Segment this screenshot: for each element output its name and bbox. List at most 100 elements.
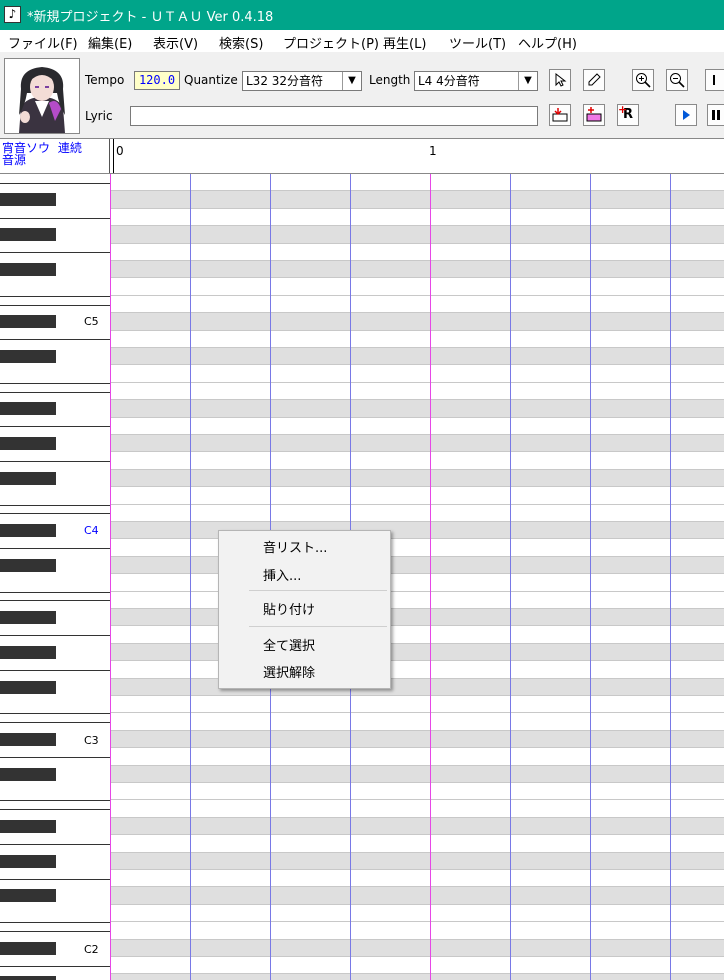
grid-row[interactable] (110, 418, 724, 435)
black-key[interactable] (0, 645, 56, 659)
black-key[interactable] (0, 402, 56, 416)
pointer-tool-button[interactable] (549, 69, 571, 91)
black-key[interactable] (0, 263, 56, 276)
zoom-out-button[interactable] (666, 69, 688, 91)
grid-row[interactable] (110, 957, 724, 974)
grid-row[interactable] (110, 487, 724, 504)
chevron-down-icon[interactable]: ▼ (342, 72, 361, 90)
pause-button[interactable] (707, 104, 724, 126)
black-key[interactable] (0, 471, 56, 485)
grid-row[interactable] (110, 870, 724, 887)
black-key[interactable] (0, 819, 56, 833)
grid-row[interactable] (110, 748, 724, 765)
grid-row[interactable] (110, 296, 724, 313)
grid-row[interactable] (110, 939, 724, 957)
grid-row[interactable] (110, 539, 724, 556)
grid-row[interactable] (110, 278, 724, 295)
grid-row[interactable] (110, 244, 724, 261)
grid-row[interactable] (110, 887, 724, 905)
grid-row[interactable] (110, 592, 724, 609)
menu-edit[interactable]: 編集(E) (88, 33, 132, 52)
grid-row[interactable] (110, 383, 724, 400)
voicebank-avatar[interactable] (4, 58, 80, 134)
black-key[interactable] (0, 941, 56, 955)
grid-row[interactable] (110, 365, 724, 382)
grid-row[interactable] (110, 556, 724, 574)
black-key[interactable] (0, 228, 56, 242)
menu-item-paste[interactable]: 貼り付け (263, 599, 315, 618)
black-key[interactable] (0, 680, 56, 694)
grid-row[interactable] (110, 435, 724, 452)
grid-row[interactable] (110, 696, 724, 713)
black-key[interactable] (0, 732, 56, 746)
lyric-input[interactable] (130, 106, 538, 126)
black-key[interactable] (0, 976, 56, 980)
note-grid[interactable] (110, 174, 724, 980)
grid-row[interactable] (110, 505, 724, 522)
grid-row[interactable] (110, 678, 724, 696)
menu-item-select-all[interactable]: 全て選択 (263, 635, 315, 654)
black-key[interactable] (0, 437, 56, 450)
grid-row[interactable] (110, 226, 724, 244)
length-select[interactable]: L4 4分音符 ▼ (414, 71, 538, 91)
zoom-in-button[interactable] (632, 69, 654, 91)
grid-row[interactable] (110, 522, 724, 539)
black-key[interactable] (0, 350, 56, 363)
pencil-tool-button[interactable] (583, 69, 605, 91)
grid-row[interactable] (110, 643, 724, 661)
menu-search[interactable]: 検索(S) (219, 33, 263, 52)
grid-row[interactable] (110, 191, 724, 209)
black-key[interactable] (0, 315, 56, 329)
menu-item-deselect[interactable]: 選択解除 (263, 662, 315, 681)
chevron-down-icon[interactable]: ▼ (518, 72, 537, 90)
grid-row[interactable] (110, 730, 724, 748)
music-note-icon[interactable]: ♪ (4, 6, 21, 23)
piano-keyboard[interactable]: C5 C4 C3 C2 (0, 174, 110, 980)
menu-item-insert[interactable]: 挿入... (263, 565, 301, 584)
grid-row[interactable] (110, 452, 724, 469)
grid-row[interactable] (110, 852, 724, 870)
add-rest-button[interactable]: + R (617, 103, 639, 126)
black-key[interactable] (0, 767, 56, 781)
add-note-button[interactable] (583, 104, 605, 126)
black-key[interactable] (0, 524, 56, 537)
grid-row[interactable] (110, 574, 724, 591)
grid-row[interactable] (110, 817, 724, 835)
grid-row[interactable] (110, 609, 724, 626)
grid-row[interactable] (110, 469, 724, 487)
grid-row[interactable] (110, 261, 724, 278)
tempo-input[interactable]: 120.0 (134, 71, 180, 90)
quantize-select[interactable]: L32 32分音符 ▼ (242, 71, 362, 91)
grid-row[interactable] (110, 974, 724, 980)
black-key[interactable] (0, 193, 56, 207)
grid-row[interactable] (110, 765, 724, 783)
grid-row[interactable] (110, 661, 724, 678)
menu-view[interactable]: 表示(V) (153, 33, 198, 52)
grid-row[interactable] (110, 626, 724, 643)
grid-row[interactable] (110, 783, 724, 800)
black-key[interactable] (0, 854, 56, 868)
skip-to-start-button[interactable] (705, 69, 724, 91)
grid-row[interactable] (110, 713, 724, 730)
grid-row[interactable] (110, 835, 724, 852)
grid-row[interactable] (110, 174, 724, 191)
menu-help[interactable]: ヘルプ(H) (518, 33, 577, 52)
grid-row[interactable] (110, 209, 724, 226)
insert-note-button[interactable] (549, 104, 571, 126)
black-key[interactable] (0, 558, 56, 572)
menu-item-note-list[interactable]: 音リスト... (263, 537, 327, 556)
grid-row[interactable] (110, 800, 724, 817)
grid-row[interactable] (110, 348, 724, 365)
black-key[interactable] (0, 611, 56, 624)
menu-project[interactable]: プロジェクト(P) (283, 33, 379, 52)
menu-file[interactable]: ファイル(F) (8, 33, 78, 52)
black-key[interactable] (0, 889, 56, 903)
grid-row[interactable] (110, 922, 724, 939)
grid-row[interactable] (110, 400, 724, 418)
voicebank-header[interactable]: 宵音ソウ 連続 音源 (0, 139, 110, 173)
grid-row[interactable] (110, 331, 724, 348)
play-button[interactable] (675, 104, 697, 126)
grid-row[interactable] (110, 313, 724, 331)
menu-playback[interactable]: 再生(L) (383, 33, 426, 52)
menu-tools[interactable]: ツール(T) (449, 33, 506, 52)
